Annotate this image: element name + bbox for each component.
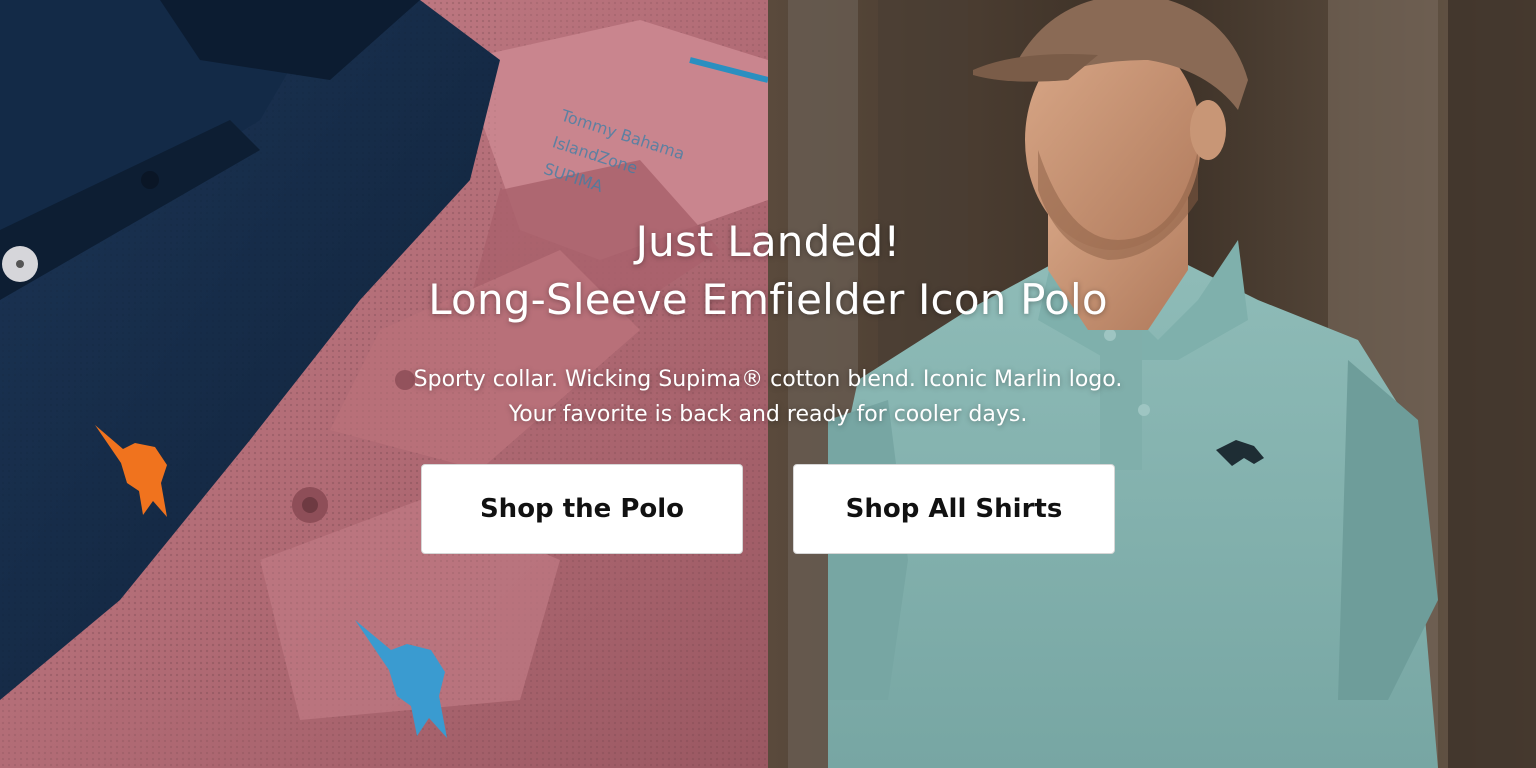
hero-banner: Tommy Bahama IslandZone SUPIMA Just Land… bbox=[0, 0, 1536, 768]
hero-subcopy-line-1: Sporty collar. Wicking Supima® cotton bl… bbox=[413, 367, 1123, 392]
hero-subcopy: Sporty collar. Wicking Supima® cotton bl… bbox=[0, 362, 1536, 432]
shop-all-shirts-button[interactable]: Shop All Shirts bbox=[793, 464, 1115, 554]
hero-eyebrow: Just Landed! bbox=[635, 217, 901, 266]
shop-the-polo-button[interactable]: Shop the Polo bbox=[421, 464, 743, 554]
hero-subcopy-line-2: Your favorite is back and ready for cool… bbox=[508, 402, 1028, 427]
hero-headline: Long-Sleeve Emfielder Icon Polo bbox=[428, 275, 1108, 324]
